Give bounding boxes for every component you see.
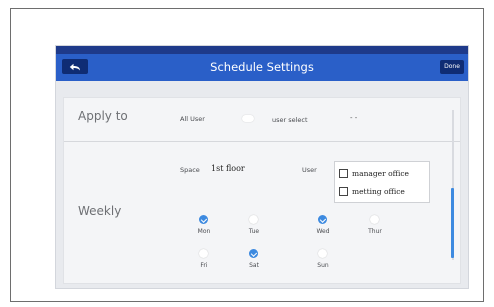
back-button[interactable] bbox=[62, 59, 88, 74]
user-select-label: user select bbox=[272, 116, 308, 124]
checkbox[interactable] bbox=[339, 168, 348, 178]
section-divider bbox=[64, 141, 460, 142]
user-option-label: manager office bbox=[352, 168, 409, 178]
settings-panel: Apply to All User user select - - Space … bbox=[63, 97, 461, 284]
user-option-metting-office[interactable]: metting office bbox=[339, 185, 405, 197]
radio-circle-icon[interactable] bbox=[199, 249, 208, 258]
user-option-manager-office[interactable]: manager office bbox=[339, 167, 409, 179]
check-circle-icon[interactable] bbox=[249, 249, 258, 258]
header-bar: Schedule Settings Done bbox=[56, 54, 468, 81]
day-sat[interactable]: Sat bbox=[240, 249, 270, 273]
day-wed[interactable]: Wed bbox=[309, 215, 339, 239]
radio-circle-icon[interactable] bbox=[249, 215, 258, 224]
all-user-label: All User bbox=[180, 115, 205, 123]
day-label: Wed bbox=[316, 228, 330, 235]
apply-to-label: Apply to bbox=[78, 109, 128, 123]
user-dropdown-list: manager office metting office bbox=[334, 161, 430, 203]
check-circle-icon[interactable] bbox=[318, 215, 327, 224]
all-user-toggle[interactable] bbox=[242, 115, 254, 122]
user-label: User bbox=[302, 166, 317, 174]
day-label: Sat bbox=[249, 262, 259, 269]
app-window: Schedule Settings Done Apply to All User… bbox=[56, 46, 468, 288]
checkbox[interactable] bbox=[339, 186, 348, 196]
status-bar bbox=[56, 46, 468, 54]
day-fri[interactable]: Fri bbox=[190, 249, 220, 273]
space-value[interactable]: 1st floor bbox=[211, 164, 245, 173]
screenshot-frame: Schedule Settings Done Apply to All User… bbox=[10, 8, 484, 302]
scrollbar-thumb[interactable] bbox=[451, 188, 454, 258]
check-circle-icon[interactable] bbox=[199, 215, 208, 224]
day-label: Thur bbox=[368, 228, 382, 235]
day-mon[interactable]: Mon bbox=[190, 215, 220, 239]
day-tue[interactable]: Tue bbox=[240, 215, 270, 239]
day-thur[interactable]: Thur bbox=[361, 215, 391, 239]
day-label: Mon bbox=[197, 228, 211, 235]
space-label: Space bbox=[180, 166, 200, 174]
radio-circle-icon[interactable] bbox=[318, 249, 327, 258]
user-select-dropdown[interactable]: - - bbox=[350, 114, 357, 122]
page-title: Schedule Settings bbox=[210, 60, 314, 74]
user-option-label: metting office bbox=[352, 186, 405, 196]
day-label: Fri bbox=[200, 262, 208, 269]
back-arrow-icon bbox=[69, 57, 81, 76]
done-button[interactable]: Done bbox=[440, 60, 464, 74]
day-label: Tue bbox=[248, 228, 260, 235]
radio-circle-icon[interactable] bbox=[370, 215, 379, 224]
day-label: Sun bbox=[317, 262, 329, 269]
weekly-label: Weekly bbox=[78, 204, 122, 218]
day-sun[interactable]: Sun bbox=[309, 249, 339, 273]
